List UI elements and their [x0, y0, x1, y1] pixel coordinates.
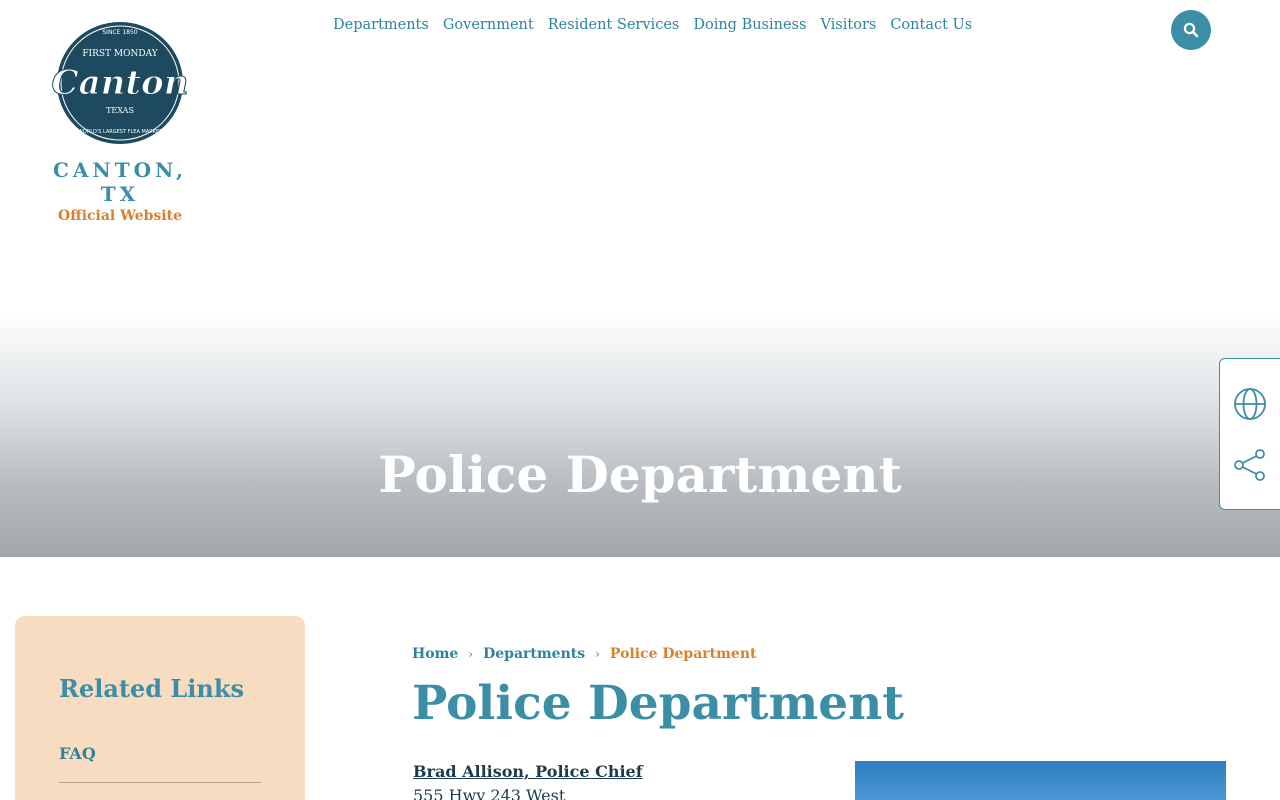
nav-departments[interactable]: Departments [333, 17, 429, 33]
site-subtitle: Official Website [58, 208, 182, 224]
side-tools-panel [1219, 358, 1280, 510]
svg-text:SINCE 1850: SINCE 1850 [102, 29, 137, 36]
nav-government[interactable]: Government [443, 17, 534, 33]
department-photo [855, 761, 1226, 800]
nav-resident-services[interactable]: Resident Services [548, 17, 680, 33]
nav-visitors[interactable]: Visitors [820, 17, 876, 33]
chevron-right-icon: › [595, 647, 600, 661]
nav-doing-business[interactable]: Doing Business [693, 17, 806, 33]
globe-icon[interactable] [1233, 387, 1267, 421]
main-navigation: Departments Government Resident Services… [333, 17, 972, 33]
related-links-sidebar: Related Links FAQ [15, 616, 305, 800]
hero-title: Police Department [378, 445, 902, 504]
share-icon[interactable] [1233, 449, 1267, 481]
svg-text:WORLD'S LARGEST FLEA MARKET: WORLD'S LARGEST FLEA MARKET [78, 129, 163, 135]
search-icon [1183, 22, 1199, 38]
sidebar-title: Related Links [59, 674, 244, 703]
site-logo[interactable]: SINCE 1850 FIRST MONDAY Canton TEXAS WOR… [30, 18, 210, 224]
breadcrumb-home[interactable]: Home [412, 646, 458, 662]
sidebar-divider [59, 782, 261, 783]
breadcrumb-current: Police Department [609, 646, 757, 662]
breadcrumb-departments[interactable]: Departments [483, 646, 585, 662]
chevron-right-icon: › [468, 647, 474, 661]
breadcrumb: Home › Departments › Police Department [412, 646, 756, 662]
svg-text:Canton: Canton [52, 63, 189, 103]
police-chief-link[interactable]: Brad Allison, Police Chief [413, 762, 643, 781]
department-address: 555 Hwy 243 West [413, 786, 566, 800]
page-title: Police Department [412, 676, 904, 731]
search-button[interactable] [1171, 10, 1211, 50]
hero-banner: Police Department [0, 319, 1280, 557]
site-city-name: CANTON, TX [53, 158, 187, 206]
nav-contact-us[interactable]: Contact Us [890, 17, 972, 33]
svg-text:TEXAS: TEXAS [106, 106, 134, 115]
canton-badge-logo: SINCE 1850 FIRST MONDAY Canton TEXAS WOR… [51, 20, 189, 146]
sidebar-link-faq[interactable]: FAQ [59, 744, 96, 763]
svg-text:FIRST MONDAY: FIRST MONDAY [82, 49, 158, 59]
